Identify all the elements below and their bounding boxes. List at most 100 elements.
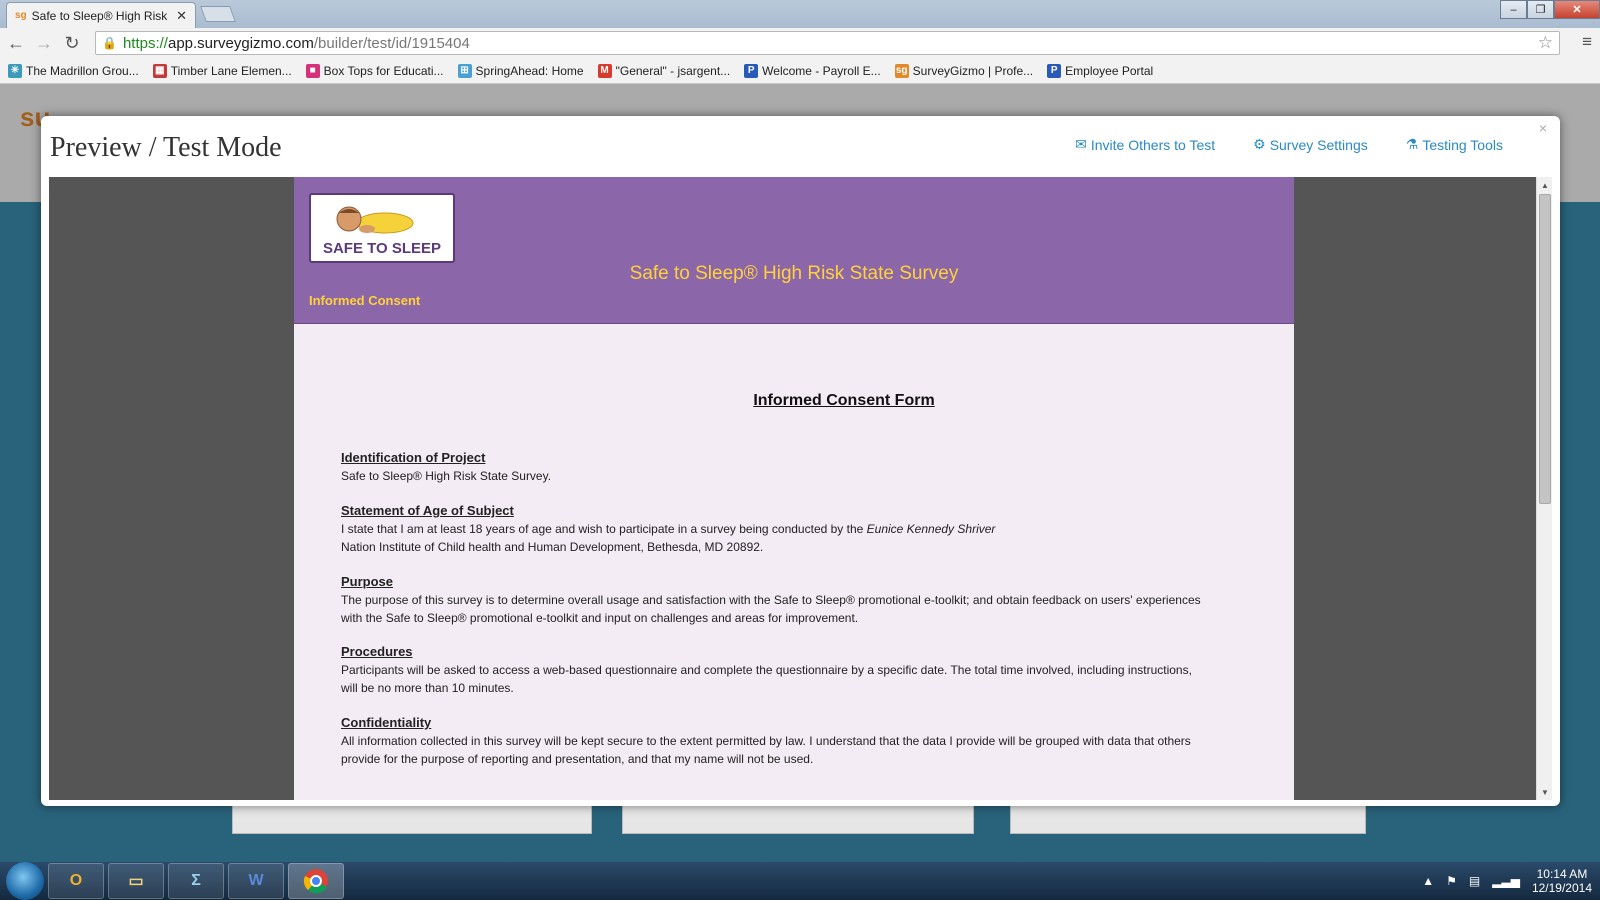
- section-text: I state that I am at least 18 years of a…: [341, 520, 1241, 556]
- box-icon: ■: [305, 63, 320, 78]
- tab-close-icon[interactable]: ✕: [176, 8, 187, 24]
- browser-titlebar: sg Safe to Sleep® High Risk ✕ – ❐ ✕: [0, 0, 1600, 28]
- consent-section: Identification of Project Safe to Sleep®…: [341, 449, 1241, 485]
- survey-page-name: Informed Consent: [309, 293, 421, 308]
- bookmark-label: Timber Lane Elemen...: [170, 63, 292, 78]
- chrome-taskbar-icon[interactable]: [288, 863, 344, 899]
- scroll-up-icon[interactable]: ▲: [1537, 177, 1552, 193]
- section-heading: Statement of Age of Subject: [341, 503, 514, 518]
- bookmark-label: Box Tops for Educati...: [323, 63, 444, 78]
- section-text-part: I state that I am at least 18 years of a…: [341, 522, 867, 536]
- invite-others-label: Invite Others to Test: [1090, 136, 1216, 153]
- url-scheme: https://: [122, 34, 168, 52]
- consent-section: Procedures Participants will be asked to…: [341, 643, 1211, 697]
- survey-header: SAFE TO SLEEP Safe to Sleep® High Risk S…: [294, 177, 1294, 324]
- form-heading: Informed Consent Form: [753, 392, 935, 409]
- window-controls: – ❐ ✕: [1500, 0, 1600, 19]
- reload-icon[interactable]: ↻: [60, 31, 84, 55]
- bookmark-item[interactable]: ■ Box Tops for Educati...: [305, 63, 444, 78]
- surveygizmo-favicon-icon: sg: [15, 10, 27, 21]
- signal-icon[interactable]: ▂▃▅: [1492, 874, 1520, 888]
- section-heading: Purpose: [341, 574, 394, 589]
- scroll-down-icon[interactable]: ▼: [1537, 784, 1552, 800]
- modal-actions: ✉ Invite Others to Test ⚙ Survey Setting…: [1075, 136, 1503, 153]
- chrome-icon: [303, 869, 328, 894]
- minimize-icon[interactable]: –: [1500, 0, 1527, 19]
- outlook-taskbar-icon[interactable]: O: [48, 863, 104, 899]
- bookmark-item[interactable]: ▦ Timber Lane Elemen...: [152, 63, 292, 78]
- p-icon: P: [1047, 63, 1062, 78]
- section-text: Safe to Sleep® High Risk State Survey.: [341, 469, 552, 483]
- testing-tools-link[interactable]: ⚗ Testing Tools: [1406, 136, 1503, 153]
- dashboard-card: [622, 806, 974, 834]
- tab-title: Safe to Sleep® High Risk: [31, 8, 168, 23]
- school-icon: ▦: [152, 63, 167, 78]
- preview-scrollbar[interactable]: ▲ ▼: [1536, 177, 1552, 800]
- new-tab-button[interactable]: [200, 6, 236, 22]
- start-button[interactable]: [6, 862, 44, 900]
- address-bar[interactable]: 🔒 https:// app.surveygizmo.com /builder/…: [95, 31, 1560, 55]
- bookmark-label: SurveyGizmo | Profe...: [912, 63, 1034, 78]
- section-text-italic: Eunice Kennedy Shriver: [866, 522, 996, 536]
- bookmark-label: Employee Portal: [1065, 63, 1154, 78]
- clock[interactable]: 10:14 AM 12/19/2014: [1532, 867, 1592, 895]
- bookmark-label: SpringAhead: Home: [475, 63, 584, 78]
- bookmark-item[interactable]: P Employee Portal: [1047, 63, 1154, 78]
- bookmark-item[interactable]: sg SurveyGizmo | Profe...: [894, 63, 1034, 78]
- grid-icon: ⊞: [457, 63, 472, 78]
- url-host: app.surveygizmo.com: [167, 34, 314, 52]
- windows-taskbar: O ▭ Σ W ▲ ⚑ ▤ ▂▃▅ 10:14 AM 12/19/2014: [0, 862, 1600, 900]
- network-icon[interactable]: ▤: [1469, 874, 1480, 888]
- section-heading: Procedures: [341, 644, 413, 659]
- bookmark-label: "General" - jsargent...: [615, 63, 731, 78]
- envelope-icon: ✉: [1075, 136, 1087, 152]
- section-text: All information collected in this survey…: [341, 734, 1191, 766]
- consent-section: Purpose The purpose of this survey is to…: [341, 573, 1211, 627]
- browser-tab[interactable]: sg Safe to Sleep® High Risk ✕: [6, 2, 196, 28]
- bookmarks-bar: ✳ The Madrillon Grou... ▦ Timber Lane Eleme…: [0, 58, 1600, 84]
- forward-arrow-icon[interactable]: →: [32, 31, 56, 55]
- dashboard-card: [1010, 806, 1366, 834]
- back-arrow-icon[interactable]: ←: [4, 31, 28, 55]
- browser-menu-icon[interactable]: ≡: [1582, 32, 1592, 52]
- modal-title: Preview / Test Mode: [50, 132, 282, 163]
- explorer-taskbar-icon[interactable]: ▭: [108, 863, 164, 899]
- section-heading: Confidentiality: [341, 715, 432, 730]
- invite-others-link[interactable]: ✉ Invite Others to Test: [1075, 136, 1215, 153]
- gear-icon: ⚙: [1253, 136, 1266, 152]
- dashboard-card: [232, 806, 592, 834]
- p-icon: P: [744, 63, 759, 78]
- clock-time: 10:14 AM: [1536, 867, 1588, 881]
- window-close-icon[interactable]: ✕: [1554, 0, 1600, 19]
- clock-date: 12/19/2014: [1531, 881, 1592, 895]
- section-text-part: Nation Institute of Child health and Hum…: [341, 540, 764, 554]
- consent-section: Statement of Age of Subject I state that…: [341, 502, 1241, 556]
- testing-tools-label: Testing Tools: [1422, 136, 1503, 153]
- logo-text: SAFE TO SLEEP: [322, 240, 442, 257]
- gmail-icon: M: [597, 63, 612, 78]
- bookmark-item[interactable]: ✳ The Madrillon Grou...: [8, 63, 139, 78]
- modal-close-icon[interactable]: ×: [1539, 120, 1547, 136]
- survey-preview-frame: SAFE TO SLEEP Safe to Sleep® High Risk S…: [49, 177, 1552, 800]
- word-taskbar-icon[interactable]: W: [228, 863, 284, 899]
- flask-icon: ⚗: [1405, 136, 1419, 152]
- bookmark-item[interactable]: ⊞ SpringAhead: Home: [457, 63, 584, 78]
- scrollbar-thumb[interactable]: [1539, 194, 1551, 504]
- sg-icon: sg: [894, 63, 909, 78]
- star-icon: ✳: [8, 63, 22, 78]
- sleeping-baby-icon: [336, 206, 414, 234]
- bookmark-star-icon[interactable]: ☆: [1538, 33, 1553, 53]
- section-heading: Identification of Project: [341, 450, 486, 465]
- preview-modal: Preview / Test Mode ✉ Invite Others to T…: [41, 116, 1560, 806]
- calculator-taskbar-icon[interactable]: Σ: [168, 863, 224, 899]
- tray-expand-icon[interactable]: ▲: [1422, 874, 1434, 888]
- system-tray: ▲ ⚑ ▤ ▂▃▅ 10:14 AM 12/19/2014: [1422, 862, 1592, 900]
- lock-icon: 🔒: [102, 36, 117, 50]
- bookmark-item[interactable]: M "General" - jsargent...: [597, 63, 731, 78]
- section-text: Participants will be asked to access a w…: [341, 663, 1192, 695]
- maximize-icon[interactable]: ❐: [1527, 0, 1554, 19]
- survey-title: Safe to Sleep® High Risk State Survey: [629, 263, 959, 284]
- flag-icon[interactable]: ⚑: [1446, 874, 1457, 888]
- survey-settings-link[interactable]: ⚙ Survey Settings: [1253, 136, 1368, 153]
- bookmark-item[interactable]: P Welcome - Payroll E...: [744, 63, 881, 78]
